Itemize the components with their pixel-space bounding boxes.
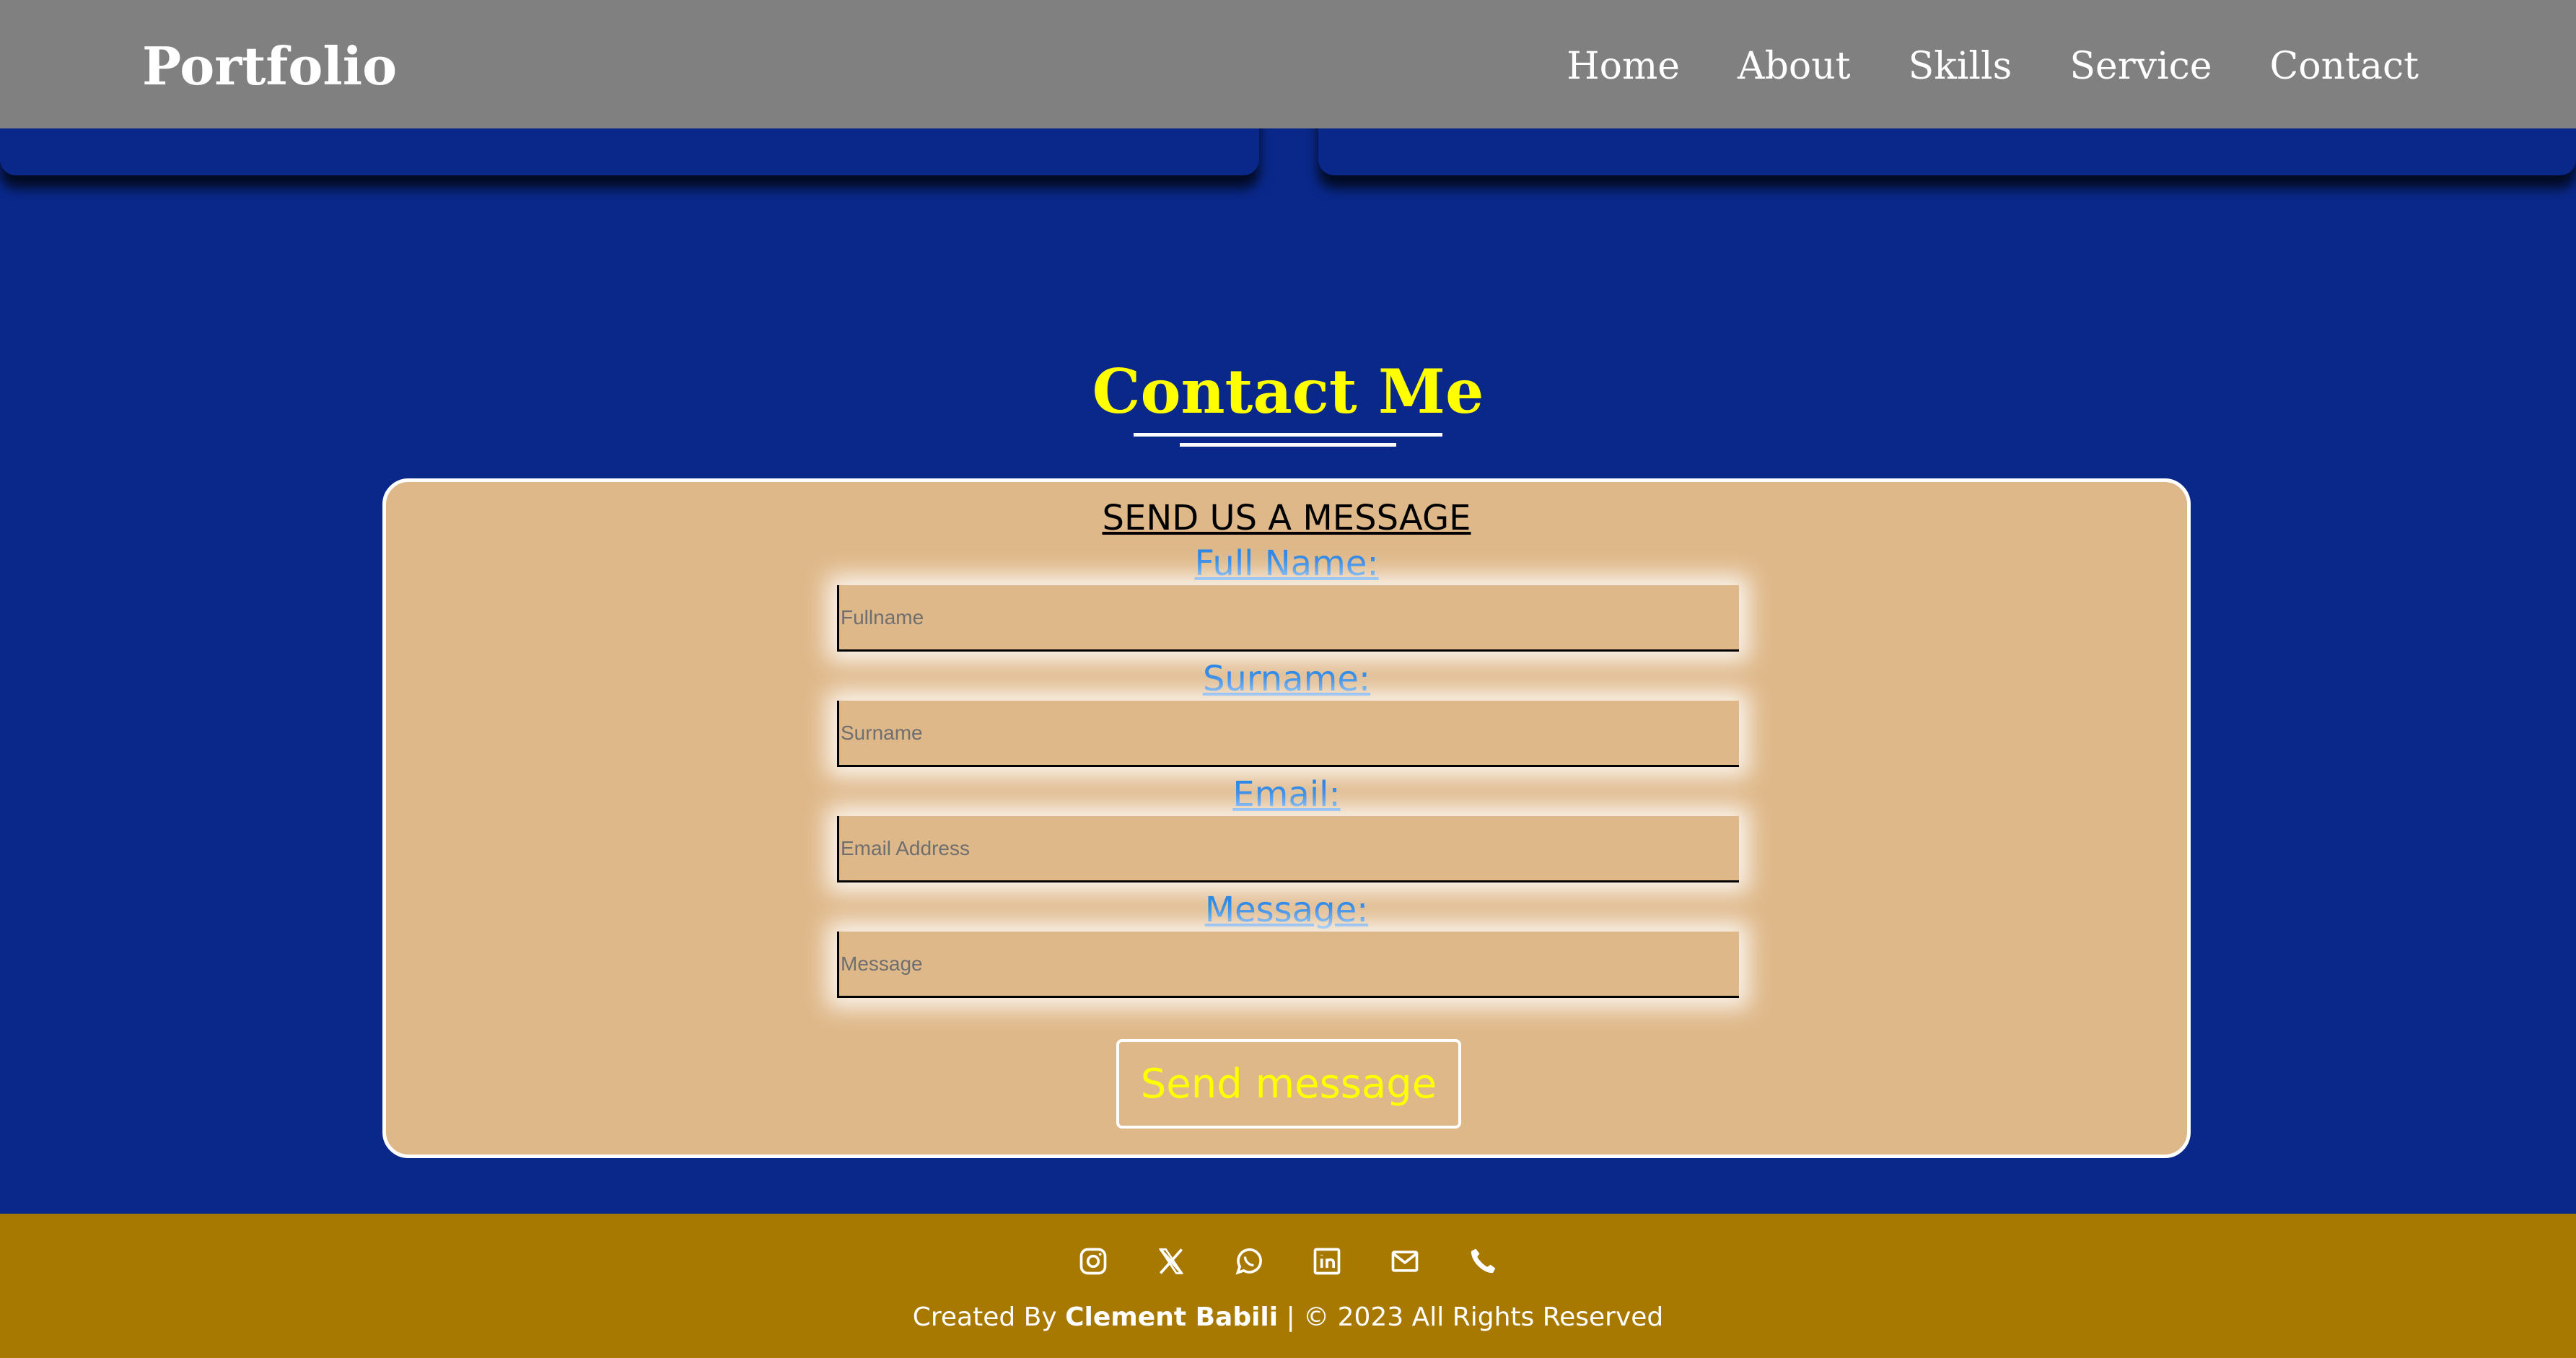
phone-icon[interactable] — [1466, 1244, 1500, 1279]
linkedin-icon[interactable] — [1310, 1244, 1344, 1279]
send-message-button[interactable]: Send message — [1116, 1039, 1461, 1129]
contact-form: SEND US A MESSAGE Full Name: Surname: Em… — [382, 478, 2191, 1158]
x-twitter-icon[interactable] — [1154, 1244, 1188, 1279]
email-label: Email: — [1232, 774, 1341, 815]
title-underline — [1134, 433, 1442, 437]
nav-home[interactable]: Home — [1567, 27, 1680, 105]
nav-contact[interactable]: Contact — [2269, 27, 2419, 105]
copyright-text: | © 2023 All Rights Reserved — [1286, 1302, 1664, 1332]
email-icon[interactable] — [1388, 1244, 1422, 1279]
message-input[interactable] — [837, 932, 1739, 998]
main-nav: Home About Skills Service Contact — [1567, 27, 2419, 105]
title-underline-short — [1180, 443, 1396, 447]
contact-title: Contact Me — [1092, 356, 1484, 427]
author-name: Clement Babili — [1065, 1302, 1279, 1332]
credit-prefix: Created By — [912, 1302, 1057, 1332]
instagram-icon[interactable] — [1076, 1244, 1110, 1279]
nav-service[interactable]: Service — [2069, 27, 2212, 105]
site-header: Portfolio Home About Skills Service Cont… — [0, 0, 2576, 128]
whatsapp-icon[interactable] — [1232, 1244, 1266, 1279]
site-logo[interactable]: Portfolio — [142, 27, 397, 105]
fullname-label: Full Name: — [1194, 543, 1379, 584]
message-label: Message: — [1204, 890, 1369, 930]
email-input[interactable] — [837, 816, 1739, 882]
nav-about[interactable]: About — [1738, 27, 1851, 105]
fullname-input[interactable] — [837, 585, 1739, 652]
surname-input[interactable] — [837, 701, 1739, 767]
social-links — [0, 1244, 2576, 1279]
footer-credit: Created By Clement Babili | © 2023 All R… — [0, 1296, 2576, 1339]
nav-skills[interactable]: Skills — [1909, 27, 2012, 105]
surname-label: Surname: — [1202, 659, 1371, 699]
site-footer: Created By Clement Babili | © 2023 All R… — [0, 1214, 2576, 1358]
